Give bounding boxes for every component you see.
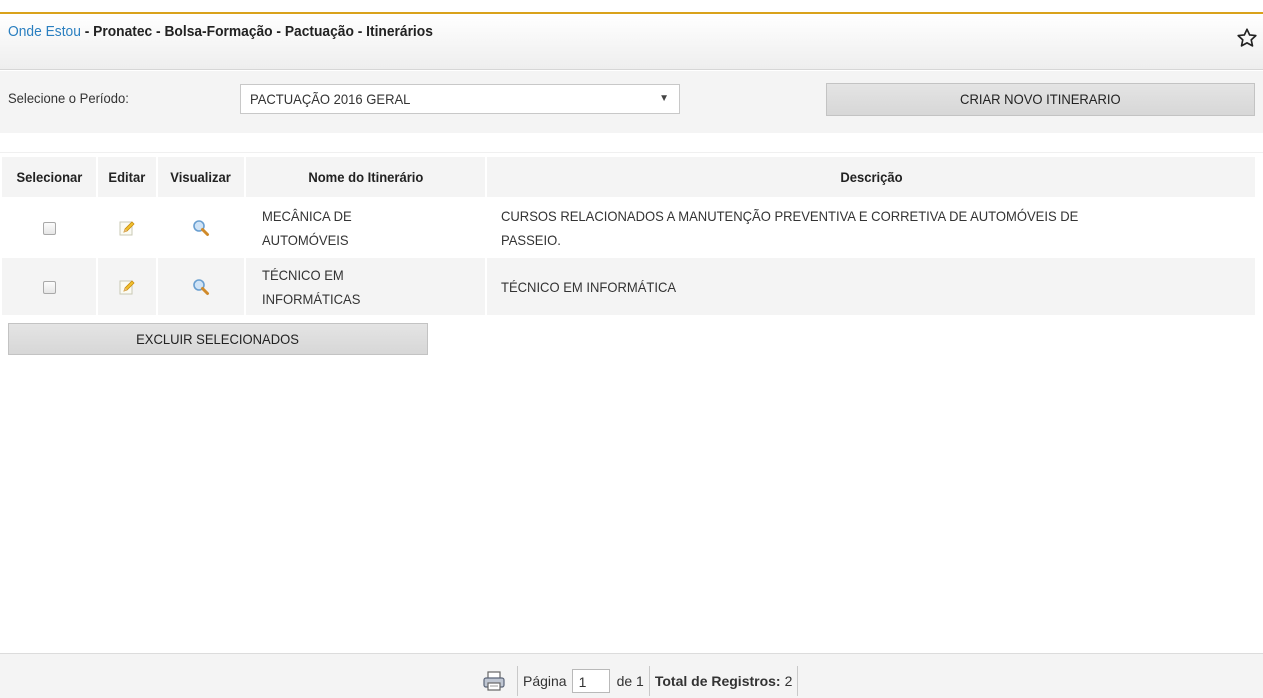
header-name: Nome do Itinerário	[246, 157, 485, 197]
row-checkbox[interactable]	[42, 222, 56, 236]
header-select: Selecionar	[2, 157, 96, 197]
pager-divider	[517, 666, 518, 696]
view-cell	[158, 258, 244, 315]
total-records-label: Total de Registros:	[654, 673, 781, 689]
table-row: TÉCNICO EM INFORMÁTICAS TÉCNICO EM INFOR…	[2, 258, 1255, 315]
header-edit: Editar	[98, 157, 156, 197]
itinerary-description: CURSOS RELACIONADOS A MANUTENÇÃO PREVENT…	[487, 199, 1255, 256]
pencil-edit-icon[interactable]	[117, 277, 137, 297]
itineraries-table: Selecionar Editar Visualizar Nome do Iti…	[0, 155, 1257, 317]
page-number-input[interactable]: 1	[571, 669, 610, 693]
pager-divider	[648, 666, 650, 696]
magnifier-icon[interactable]	[191, 218, 211, 238]
period-select-value: PACTUAÇÃO 2016 GERAL	[250, 91, 411, 107]
magnifier-icon[interactable]	[191, 277, 211, 297]
itinerary-name: TÉCNICO EM INFORMÁTICAS	[246, 258, 485, 315]
select-cell	[2, 199, 96, 256]
header-view: Visualizar	[158, 157, 244, 197]
divider	[0, 152, 1263, 153]
delete-selected-button[interactable]: EXCLUIR SELECIONADOS	[8, 323, 428, 355]
header-description: Descrição	[487, 157, 1255, 197]
breadcrumb: Onde Estou - Pronatec - Bolsa-Formação -…	[8, 23, 433, 40]
period-select[interactable]: PACTUAÇÃO 2016 GERAL ▼	[240, 84, 680, 114]
create-itinerary-label: CRIAR NOVO ITINERARIO	[960, 91, 1121, 107]
row-checkbox[interactable]	[42, 281, 56, 295]
pager: Página 1 de 1 Total de Registros: 2	[482, 664, 803, 698]
pager-divider	[797, 666, 799, 696]
page-of-label: de 1	[616, 673, 644, 689]
itinerary-description: TÉCNICO EM INFORMÁTICA	[487, 258, 1255, 315]
pencil-edit-icon[interactable]	[117, 218, 137, 238]
breadcrumb-home-link[interactable]: Onde Estou	[8, 23, 81, 40]
view-cell	[158, 199, 244, 256]
edit-cell	[98, 258, 156, 315]
select-cell	[2, 258, 96, 315]
breadcrumb-path: - Pronatec - Bolsa-Formação - Pactuação …	[80, 23, 433, 40]
table-row: MECÂNICA DE AUTOMÓVEIS CURSOS RELACIONAD…	[2, 199, 1255, 256]
printer-icon[interactable]	[482, 670, 506, 692]
total-records-value: 2	[784, 673, 793, 689]
page-label: Página	[523, 673, 567, 689]
create-itinerary-button[interactable]: CRIAR NOVO ITINERARIO	[826, 83, 1255, 116]
edit-cell	[98, 199, 156, 256]
delete-selected-label: EXCLUIR SELECIONADOS	[136, 331, 300, 347]
chevron-down-icon: ▼	[659, 93, 669, 104]
star-outline-icon[interactable]	[1236, 27, 1258, 49]
period-label: Selecione o Período:	[8, 90, 129, 106]
itinerary-name: MECÂNICA DE AUTOMÓVEIS	[246, 199, 485, 256]
